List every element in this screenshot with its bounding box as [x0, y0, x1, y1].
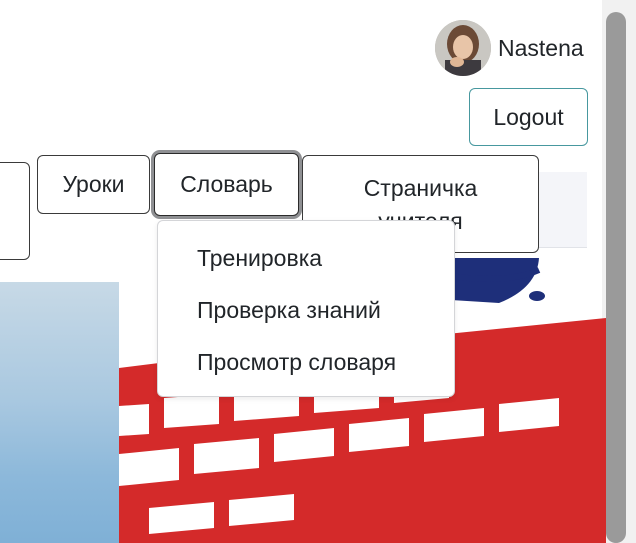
dropdown-item-training[interactable]: Тренировка [197, 245, 322, 272]
nav-dictionary-button[interactable]: Словарь [154, 153, 299, 216]
nav-lessons-button[interactable]: Уроки [37, 155, 150, 214]
avatar-icon [435, 20, 491, 76]
scrollbar-thumb[interactable] [606, 12, 626, 543]
username: Nastena [498, 35, 584, 61]
nav-background-strip [539, 172, 587, 248]
logout-button[interactable]: Logout [469, 88, 588, 146]
dictionary-dropdown-menu: Тренировка Проверка знаний Просмотр слов… [157, 220, 455, 397]
teacher-page-label: Страничка [363, 175, 478, 201]
nav-button-partial[interactable] [0, 162, 30, 260]
sky-photo [0, 282, 119, 543]
dropdown-item-knowledge-check[interactable]: Проверка знаний [197, 297, 381, 324]
user-avatar[interactable] [435, 20, 491, 76]
dropdown-item-view-dictionary[interactable]: Просмотр словаря [197, 349, 396, 376]
